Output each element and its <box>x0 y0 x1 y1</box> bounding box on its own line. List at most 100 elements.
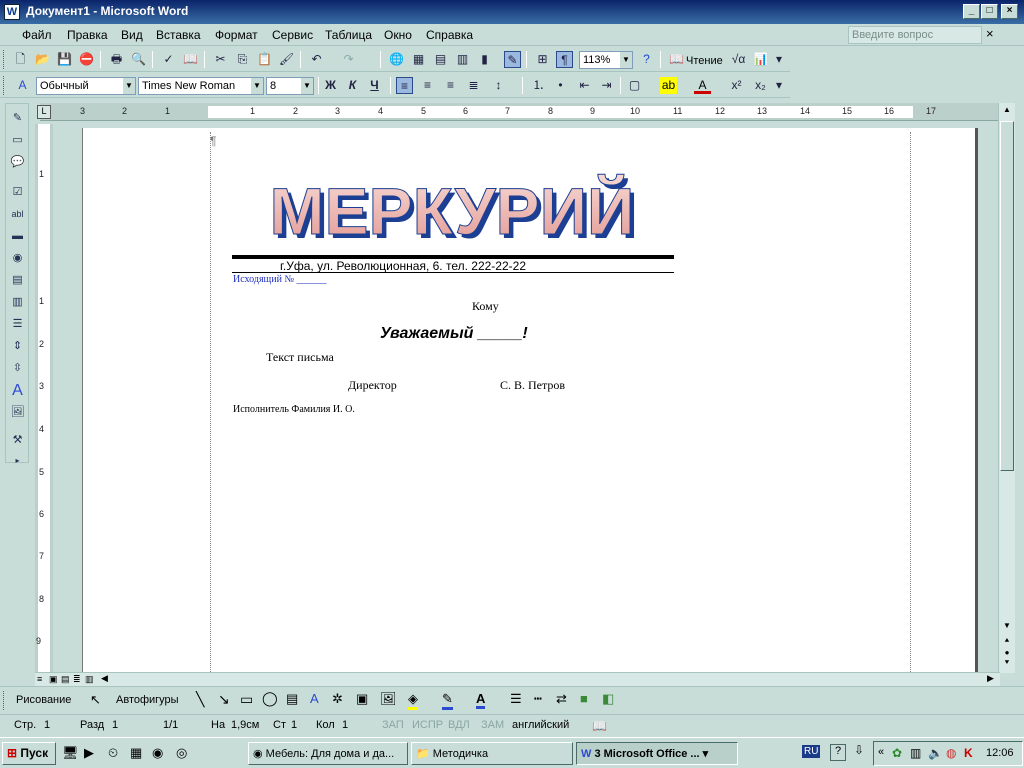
chart-icon[interactable]: 📊 <box>752 51 769 68</box>
language-indicator[interactable]: RU <box>802 745 821 758</box>
copy-icon[interactable]: ⎘ <box>234 51 251 68</box>
bullets-icon[interactable]: • <box>552 77 569 94</box>
permission-icon[interactable]: ⛔ <box>78 51 95 68</box>
comment-icon[interactable]: 💬 <box>9 154 26 171</box>
shadow-icon[interactable]: ■ <box>580 691 588 706</box>
more-controls-icon[interactable]: ⚒ <box>9 432 26 449</box>
picture-icon[interactable]: 🖼 <box>380 691 397 707</box>
redo-icon[interactable]: ↷ <box>340 51 357 68</box>
wordart-icon[interactable]: A <box>310 691 319 706</box>
scroll-thumb[interactable] <box>1000 121 1014 471</box>
chrome-icon[interactable]: ◍ <box>946 746 956 760</box>
insert-excel-icon[interactable]: ▥ <box>454 51 471 68</box>
undo-icon[interactable]: ↶ <box>308 51 325 68</box>
tray-settings-icon[interactable]: ⇩ <box>854 743 864 757</box>
browse-object-icon[interactable]: ● <box>1000 648 1014 658</box>
start-button[interactable]: ⊞ Пуск <box>2 742 56 765</box>
option-button-icon[interactable]: ◉ <box>9 250 26 267</box>
print-icon[interactable]: 🖶 <box>108 51 125 68</box>
tab-selector[interactable]: L <box>37 105 51 119</box>
italic-button[interactable]: К <box>344 77 361 94</box>
insert-table-icon[interactable]: ▤ <box>432 51 449 68</box>
media-player-icon[interactable]: ▶ <box>84 745 94 761</box>
textbox-draw-icon[interactable]: ▤ <box>286 691 298 707</box>
menu-table[interactable]: Таблица <box>325 28 372 42</box>
columns-icon[interactable]: ▮ <box>476 51 493 68</box>
menu-file[interactable]: Файл <box>22 28 52 42</box>
help-tray-icon[interactable]: ? <box>830 744 846 761</box>
format-painter-icon[interactable]: 🖌 <box>278 51 295 68</box>
select-objects-icon[interactable]: ↖ <box>90 692 101 708</box>
rectangle-icon[interactable]: ▭ <box>240 691 253 708</box>
toggle-icon[interactable]: ☰ <box>9 316 26 333</box>
align-left-icon[interactable]: ≡ <box>396 77 413 94</box>
clock-app-icon[interactable]: ⏲ <box>108 745 118 761</box>
line-spacing-icon[interactable]: ↕ <box>490 77 507 94</box>
reading-label[interactable]: Чтение <box>686 55 723 67</box>
new-document-icon[interactable]: 🗋 <box>12 51 29 68</box>
menu-help[interactable]: Справка <box>426 28 473 42</box>
style-select[interactable]: Обычный ▼ <box>36 77 136 95</box>
dash-style-icon[interactable]: ┅ <box>534 691 542 707</box>
oval-icon[interactable]: ◯ <box>262 690 278 707</box>
combobox-icon[interactable]: ▥ <box>9 294 26 311</box>
vertical-ruler[interactable]: 1 1 2 3 4 5 6 7 8 9 <box>35 124 53 672</box>
align-center-icon[interactable]: ≡ <box>419 77 436 94</box>
status-ext[interactable]: ВДЛ <box>448 719 470 731</box>
reading-view-icon[interactable]: ▥ <box>85 674 94 685</box>
open-folder-icon[interactable]: 📂 <box>34 51 51 68</box>
line-icon[interactable]: ╲ <box>196 691 204 708</box>
decrease-indent-icon[interactable]: ⇤ <box>576 77 593 94</box>
network-icon[interactable]: ▥ <box>910 746 921 760</box>
task-folder[interactable]: 📁 Методичка <box>411 742 573 765</box>
menu-insert[interactable]: Вставка <box>156 28 201 42</box>
maximize-button[interactable]: □ <box>981 4 998 19</box>
font-select[interactable]: Times New Roman ▼ <box>138 77 264 95</box>
textbox-icon[interactable]: abl <box>9 206 26 223</box>
align-right-icon[interactable]: ≡ <box>442 77 459 94</box>
edit-icon[interactable]: ▭ <box>9 132 26 149</box>
volume-icon[interactable]: 🔈 <box>928 746 943 760</box>
document-map-icon[interactable]: ⊞ <box>534 51 551 68</box>
diagram-icon[interactable]: ✲ <box>332 691 343 707</box>
draw-font-color-icon[interactable]: A <box>476 691 486 709</box>
task-firefox[interactable]: ◉ Мебель: Для дома и да... <box>248 742 408 765</box>
clock[interactable]: 12:06 <box>986 747 1014 759</box>
word-app-icon[interactable]: W <box>4 4 20 20</box>
menu-tools[interactable]: Сервис <box>272 28 313 42</box>
icq-icon[interactable]: ✿ <box>892 746 902 760</box>
clipart-icon[interactable]: ▣ <box>356 691 368 707</box>
menu-format[interactable]: Формат <box>215 28 258 42</box>
task-office[interactable]: W 3 Microsoft Office ... ▾ <box>576 742 738 765</box>
cut-icon[interactable]: ✂ <box>212 51 229 68</box>
paste-icon[interactable]: 📋 <box>256 51 273 68</box>
vertical-scrollbar[interactable]: ▲ ▼ ⯅ ● ⯆ <box>998 103 1015 673</box>
web-view-icon[interactable]: ▣ <box>49 674 58 685</box>
drawing-menu[interactable]: Рисование <box>16 694 71 706</box>
font-color-icon[interactable]: A <box>694 77 711 94</box>
app-icon[interactable]: ▦ <box>130 745 142 761</box>
save-icon[interactable]: 💾 <box>56 51 73 68</box>
borders-icon[interactable]: ▢ <box>626 77 643 94</box>
image-control-icon[interactable]: 🖼 <box>9 404 26 421</box>
hyperlink-icon[interactable]: 🌐 <box>388 51 405 68</box>
increase-indent-icon[interactable]: ⇥ <box>598 77 615 94</box>
scroll-icon[interactable]: ⇳ <box>9 360 26 377</box>
antivirus-icon[interactable]: K <box>964 746 973 760</box>
scroll-up-icon[interactable]: ▲ <box>1000 105 1014 119</box>
toolbar-options-icon-2[interactable]: ▾ <box>774 77 784 94</box>
checkbox-icon[interactable]: ☑ <box>9 184 26 201</box>
normal-view-icon[interactable]: ≡ <box>37 674 42 684</box>
firefox-icon[interactable]: ◉ <box>152 745 163 761</box>
spelling-status-icon[interactable]: 📖 <box>592 719 607 733</box>
tray-expand-icon[interactable]: « <box>878 746 884 758</box>
fill-color-icon[interactable]: ◈ <box>408 691 418 710</box>
numbering-icon[interactable]: ⒈ <box>530 77 547 94</box>
equation-icon[interactable]: √α <box>730 51 747 68</box>
research-icon[interactable]: 📖 <box>182 51 199 68</box>
button-control-icon[interactable]: ▬ <box>9 228 26 245</box>
menu-window[interactable]: Окно <box>384 28 412 42</box>
print-layout-icon[interactable]: ▤ <box>61 674 70 685</box>
status-ovr[interactable]: ЗАМ <box>481 719 504 731</box>
scroll-right-icon[interactable]: ▶ <box>987 673 994 684</box>
